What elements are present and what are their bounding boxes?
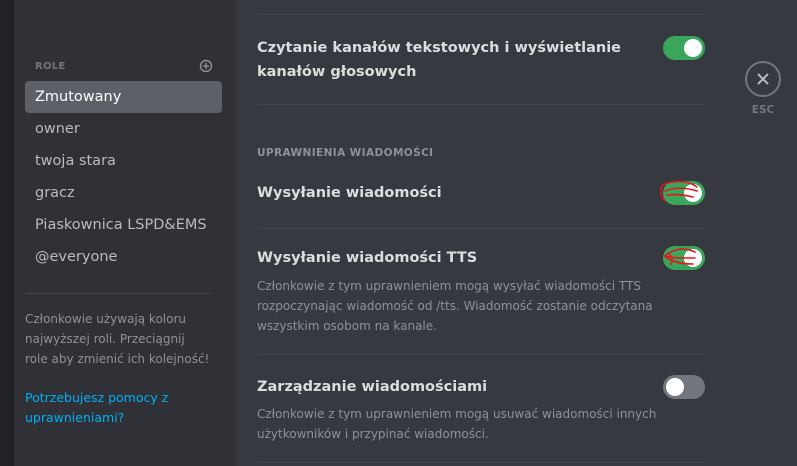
- toggle-knob: [684, 249, 702, 267]
- role-item-zmutowany[interactable]: Zmutowany: [25, 81, 222, 113]
- close-button[interactable]: [745, 61, 781, 97]
- section-header-messages: UPRAWNIENIA WIADOMOŚCI: [257, 147, 434, 159]
- divider: [257, 14, 705, 15]
- esc-label: ESC: [751, 104, 775, 116]
- permission-description-manage-messages: Członkowie z tym uprawnieniem mogą usuwa…: [257, 407, 657, 441]
- toggle-read-channels[interactable]: [663, 36, 705, 60]
- permission-title-send-messages: Wysyłanie wiadomości: [257, 185, 442, 201]
- toggle-knob: [666, 378, 684, 396]
- roles-title: ROLE: [35, 61, 66, 72]
- toggle-send-tts[interactable]: [663, 246, 705, 270]
- role-item-twoja-stara[interactable]: twoja stara: [25, 145, 222, 177]
- toggle-knob: [684, 184, 702, 202]
- role-item-piaskownica[interactable]: Piaskownica LSPD&EMS: [25, 209, 222, 241]
- sidebar-divider: [25, 293, 211, 294]
- permission-title-manage-messages: Zarządzanie wiadomościami: [257, 379, 488, 395]
- divider: [257, 462, 705, 463]
- close-icon: [757, 73, 769, 85]
- divider: [257, 228, 705, 229]
- divider: [257, 354, 705, 355]
- role-item-everyone[interactable]: @everyone: [25, 241, 222, 273]
- role-item-owner[interactable]: owner: [25, 113, 222, 145]
- roles-header: ROLE: [35, 58, 213, 75]
- permission-title-read-channels: Czytanie kanałów tekstowych i wyświetlan…: [257, 40, 622, 80]
- server-bar-edge: [0, 0, 14, 466]
- plus-circle-icon[interactable]: [199, 58, 213, 73]
- help-link[interactable]: Potrzebujesz pomocy z uprawnieniami?: [25, 388, 211, 428]
- sidebar-note: Członkowie używają koloru najwyższej rol…: [25, 312, 210, 366]
- toggle-manage-messages[interactable]: [663, 375, 705, 399]
- permission-description-send-tts: Członkowie z tym uprawnieniem mogą wysył…: [257, 279, 653, 333]
- toggle-knob: [684, 39, 702, 57]
- permission-title-send-tts: Wysyłanie wiadomości TTS: [257, 250, 478, 266]
- toggle-send-messages[interactable]: [660, 180, 705, 205]
- role-item-gracz[interactable]: gracz: [25, 177, 222, 209]
- divider: [257, 104, 705, 105]
